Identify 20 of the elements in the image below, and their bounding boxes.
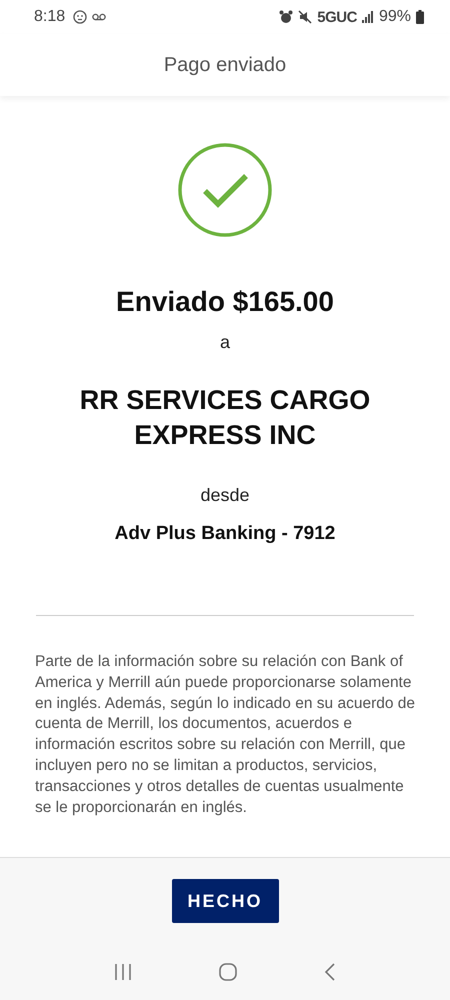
- disclaimer-text: Parte de la información sobre su relación con Bank of America y Merrill aún puede proporcionarse solamente en inglés. Además, según lo indicado en su acuerdo de cuenta de Merrill, los documentos, acuerdos e información escritos sobre su relación con Merrill, que incluyen pero no se limitan a productos, servicios, transacciones y otros detalles de cuentas usualmente se le proporcionarán en inglés.: [35, 652, 415, 818]
- recent-apps-icon[interactable]: [112, 963, 133, 981]
- voicemail-icon: [92, 13, 106, 21]
- page-title: Pago enviado: [164, 54, 286, 76]
- back-icon[interactable]: [323, 962, 338, 982]
- mute-icon: [298, 10, 312, 24]
- face-icon: [73, 10, 88, 24]
- checkmark-circle-icon: [177, 142, 273, 238]
- network-type: 5GUC: [317, 8, 357, 26]
- account-name: Adv Plus Banking - 7912: [114, 523, 336, 545]
- to-label: a: [220, 332, 230, 353]
- status-time: 8:18: [34, 8, 66, 26]
- signal-icon: [362, 11, 374, 23]
- battery-percent: 99%: [378, 8, 411, 26]
- recipient-name: RR SERVICES CARGO EXPRESS INC: [78, 384, 372, 452]
- sent-amount: Enviado $165.00: [116, 286, 334, 318]
- home-icon[interactable]: [218, 962, 238, 982]
- done-button[interactable]: HECHO: [172, 879, 278, 923]
- from-label: desde: [200, 485, 250, 506]
- battery-icon: [416, 10, 424, 24]
